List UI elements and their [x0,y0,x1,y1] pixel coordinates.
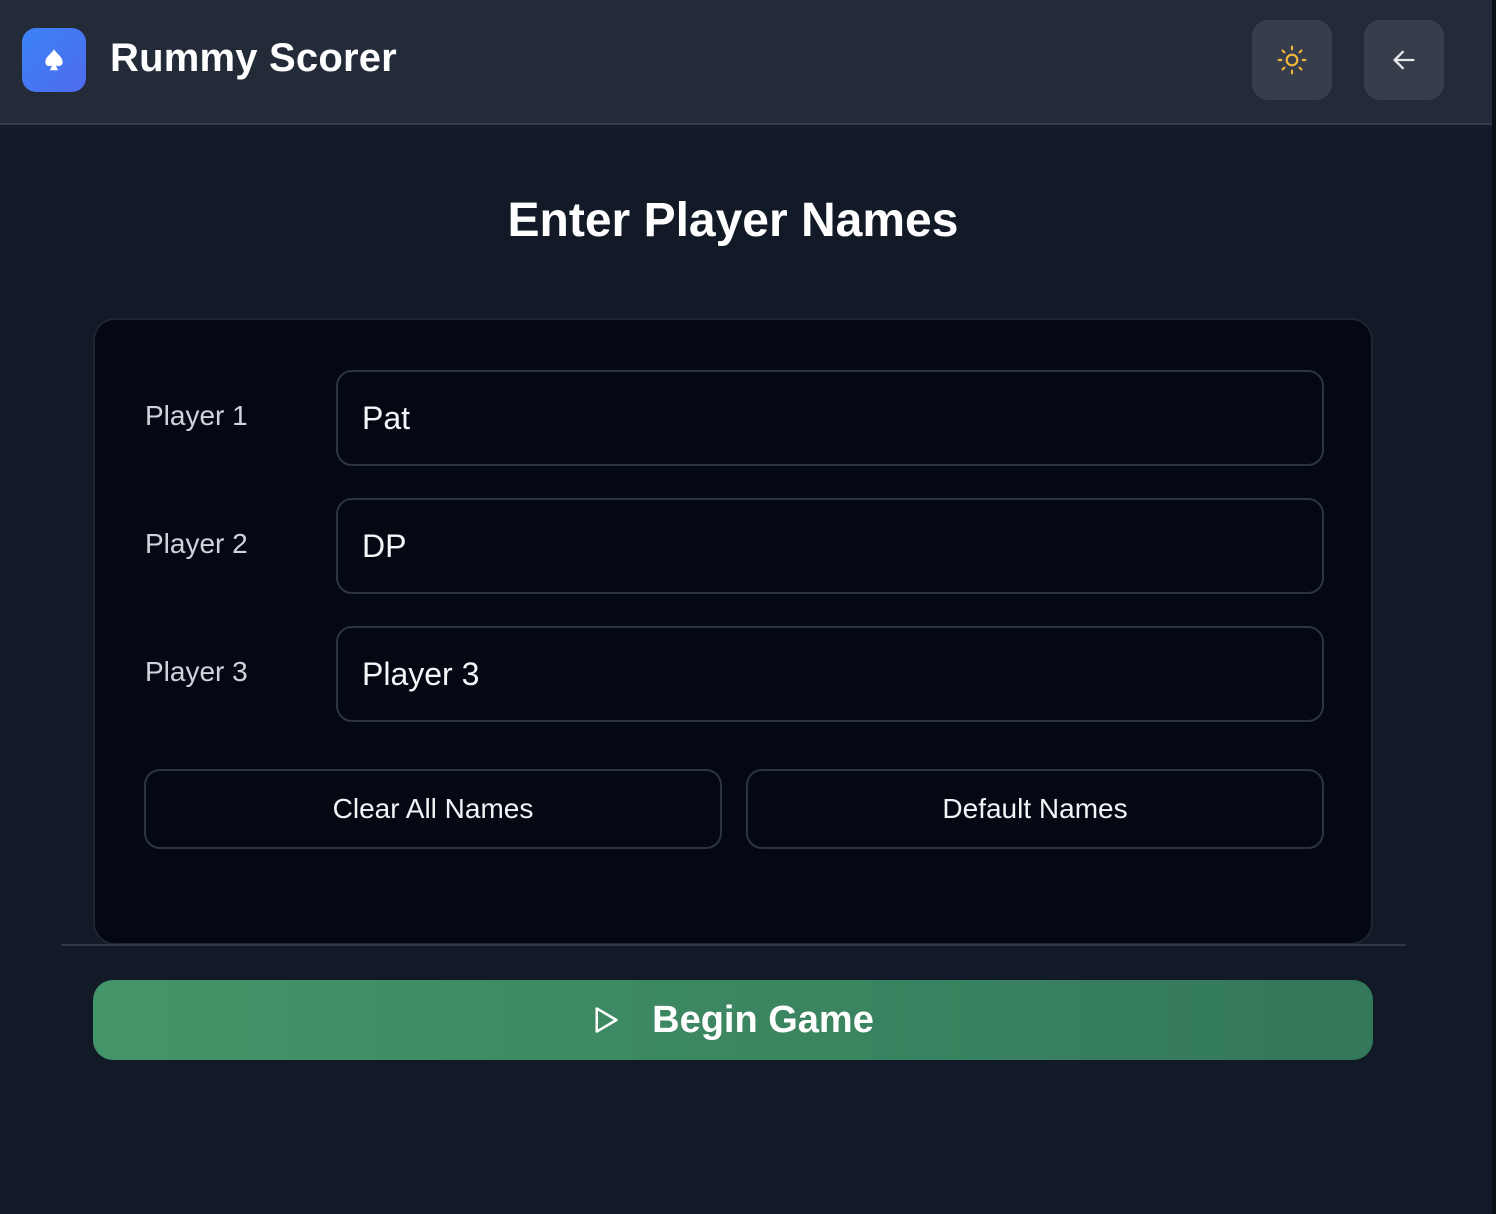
player-names-card: Player 1 Player 2 Player 3 Clear All Nam… [93,318,1373,945]
page-title: Enter Player Names [507,194,959,247]
player-2-label: Player 2 [145,528,248,559]
spade-icon [45,49,63,71]
clear-all-names-button[interactable]: Clear All Names [144,769,722,849]
player-1-input[interactable] [336,370,1324,466]
window-edge [1492,0,1496,1214]
app-title: Rummy Scorer [110,36,397,80]
player-3-label: Player 3 [145,656,248,687]
play-icon [592,1005,620,1035]
app-root: Rummy Scorer Enter Player Names Player 1… [0,0,1496,1214]
divider [61,944,1406,946]
arrow-left-icon [1393,50,1415,70]
default-names-button[interactable]: Default Names [746,769,1324,849]
theme-toggle-button[interactable] [1252,20,1332,100]
begin-game-button[interactable]: Begin Game [93,980,1373,1060]
begin-game-label: Begin Game [652,998,874,1041]
player-1-label: Player 1 [145,400,248,431]
sun-icon [1277,45,1307,75]
back-button[interactable] [1364,20,1444,100]
player-2-input[interactable] [336,498,1324,594]
app-header: Rummy Scorer [0,0,1492,125]
player-3-input[interactable] [336,626,1324,722]
app-logo [22,28,86,92]
